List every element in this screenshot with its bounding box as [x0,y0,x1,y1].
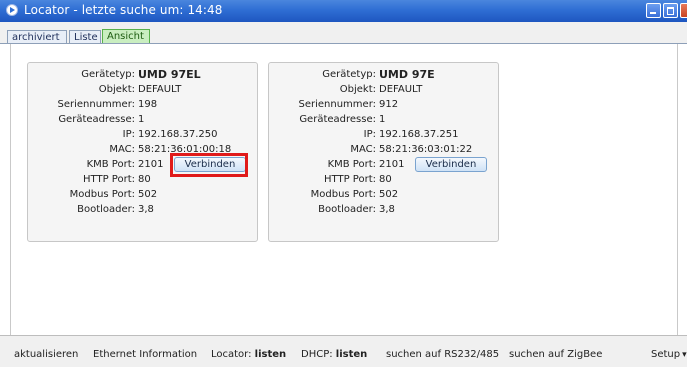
label-objekt: Objekt: [339,84,376,95]
connect-button[interactable]: Verbinden [415,157,487,172]
device-http-port: 80 [138,174,151,185]
device-type: UMD 97E [379,68,435,81]
locator-status[interactable]: Locator: listen [211,349,286,360]
device-serial: 198 [138,99,158,110]
dhcp-status[interactable]: DHCP: listen [301,349,367,360]
device-type: UMD 97EL [138,68,201,81]
label-objekt: Objekt: [98,84,135,95]
label-mac: MAC: [109,144,135,155]
label-geraeteadresse: Geräteadresse: [58,114,135,125]
label-ip: IP: [122,129,135,140]
dhcp-value: listen [335,349,368,360]
window-title: Locator - letzte suche um: 14:48 [24,3,223,17]
setup-menu[interactable]: Setup [651,349,687,360]
tab-liste[interactable]: Liste [69,30,101,44]
device-ip: 192.168.37.251 [379,129,459,140]
close-button[interactable] [680,3,687,18]
label-geraeteadresse: Geräteadresse: [299,114,376,125]
tab-strip: archiviert Liste Ansicht [0,22,687,44]
label-http-port: HTTP Port: [83,174,135,185]
label-mac: MAC: [350,144,376,155]
search-rs-link[interactable]: suchen auf RS232/485 [386,349,499,360]
device-bootloader: 3,8 [138,204,154,215]
minimize-button[interactable] [646,3,661,18]
device-kmb-port: 2101 [379,159,405,170]
highlight-box [170,153,248,177]
device-serial: 912 [379,99,399,110]
label-seriennummer: Seriennummer: [298,99,377,110]
search-zigbee-link[interactable]: suchen auf ZigBee [509,349,602,360]
device-address: 1 [379,114,386,125]
locator-label: Locator: [211,349,252,360]
device-card: Gerätetyp: UMD 97EL Objekt: DEFAULT Serien… [27,62,258,242]
ethernet-info-link[interactable]: Ethernet Information [93,349,197,360]
label-modbus-port: Modbus Port: [69,189,135,200]
status-bar: aktualisieren Ethernet Information Locat… [0,335,687,367]
dhcp-label: DHCP: [301,349,333,360]
tab-ansicht[interactable]: Ansicht [102,29,150,44]
title-bar: Locator - letzte suche um: 14:48 [0,0,687,22]
device-address: 1 [138,114,145,125]
label-modbus-port: Modbus Port: [310,189,376,200]
device-modbus-port: 502 [138,189,158,200]
device-object: DEFAULT [138,84,182,95]
refresh-link[interactable]: aktualisieren [14,349,78,360]
device-ip: 192.168.37.250 [138,129,218,140]
device-mac: 58:21:36:03:01:22 [379,144,473,155]
label-kmb-port: KMB Port: [86,159,135,170]
maximize-button[interactable] [663,3,678,18]
label-seriennummer: Seriennummer: [57,99,136,110]
locator-value: listen [254,349,287,360]
device-modbus-port: 502 [379,189,399,200]
label-kmb-port: KMB Port: [327,159,376,170]
device-object: DEFAULT [379,84,423,95]
label-geraetetyp: Gerätetyp: [322,69,376,80]
label-bootloader: Bootloader: [77,204,135,215]
tab-archiviert[interactable]: archiviert [7,30,67,44]
device-kmb-port: 2101 [138,159,164,170]
device-card: Gerätetyp: UMD 97E Objekt: DEFAULT Serienn… [268,62,499,242]
device-http-port: 80 [379,174,392,185]
app-icon [6,4,18,16]
device-bootloader: 3,8 [379,204,395,215]
label-bootloader: Bootloader: [318,204,376,215]
label-ip: IP: [363,129,376,140]
label-http-port: HTTP Port: [324,174,376,185]
label-geraetetyp: Gerätetyp: [81,69,135,80]
